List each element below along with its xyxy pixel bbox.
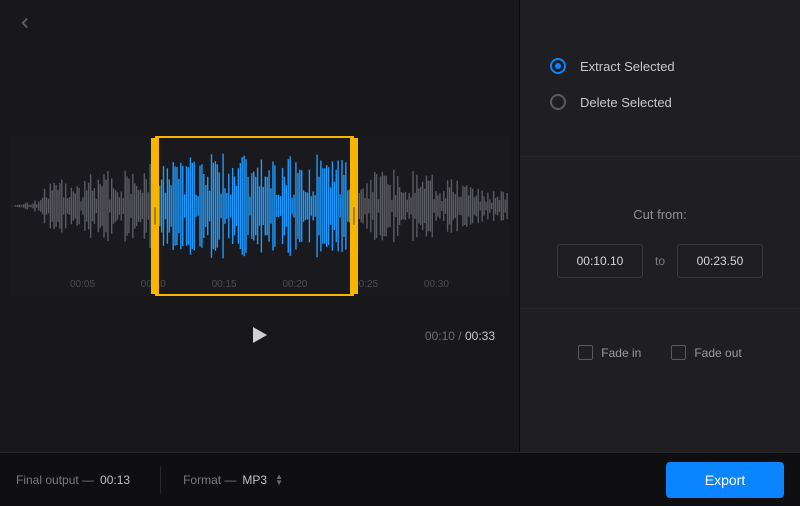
checkbox-label: Fade out (694, 346, 741, 360)
checkbox-icon (578, 345, 593, 360)
export-button[interactable]: Export (666, 462, 784, 498)
back-button[interactable] (16, 14, 34, 32)
option-extract-selected[interactable]: Extract Selected (550, 58, 770, 74)
playback-time: 00:10 / 00:33 (425, 329, 495, 343)
radio-icon (550, 58, 566, 74)
format-select[interactable]: Format — MP3 ▲▼ (183, 473, 283, 487)
option-label: Delete Selected (580, 95, 672, 110)
option-delete-selected[interactable]: Delete Selected (550, 94, 770, 110)
radio-icon (550, 94, 566, 110)
cut-to-input[interactable] (677, 244, 763, 278)
sort-icon: ▲▼ (275, 474, 283, 486)
cut-from-label: Cut from: (540, 207, 780, 222)
play-button[interactable] (247, 323, 273, 349)
selection-handle-right[interactable] (350, 138, 358, 294)
fade-out-checkbox[interactable]: Fade out (671, 345, 741, 360)
cut-from-input[interactable] (557, 244, 643, 278)
waveform-area[interactable]: 00:05 00:10 00:15 00:20 00:25 00:30 (10, 136, 509, 296)
selection-region[interactable] (155, 136, 355, 296)
option-label: Extract Selected (580, 59, 675, 74)
checkbox-icon (671, 345, 686, 360)
checkbox-label: Fade in (601, 346, 641, 360)
to-label: to (655, 254, 665, 268)
divider (160, 467, 161, 493)
final-output: Final output — 00:13 (16, 473, 130, 487)
selection-handle-left[interactable] (151, 138, 159, 294)
fade-in-checkbox[interactable]: Fade in (578, 345, 641, 360)
